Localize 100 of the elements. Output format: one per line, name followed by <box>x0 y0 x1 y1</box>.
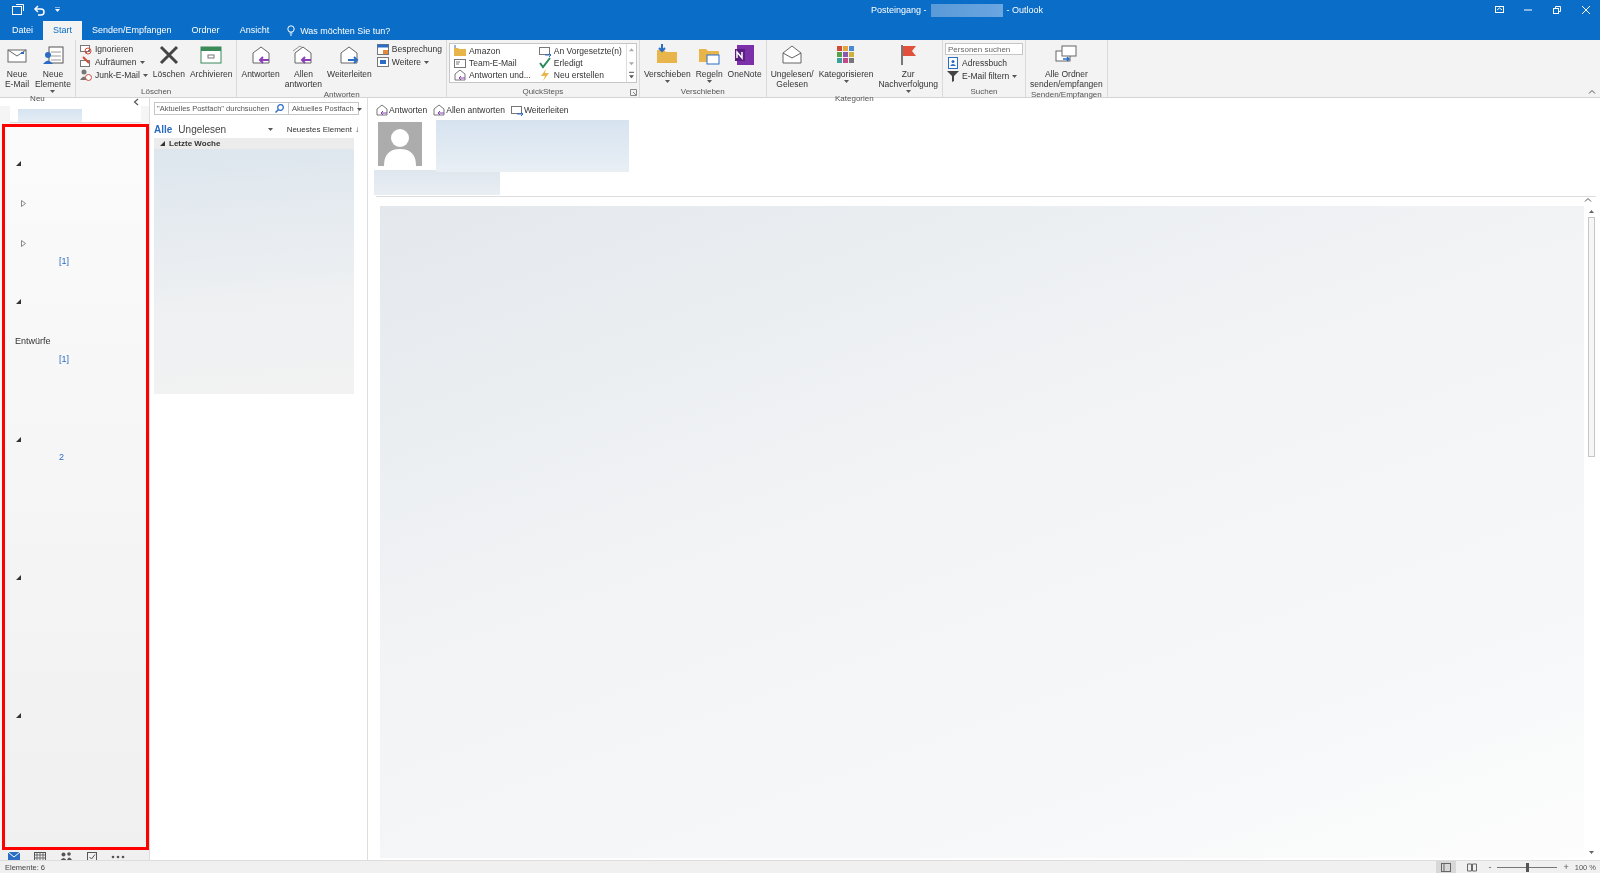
reply-action[interactable]: Allen antworten <box>433 103 505 116</box>
sort-dropdown[interactable]: Neuestes Element ↓ <box>286 124 359 134</box>
unread-count: 2 <box>59 452 64 462</box>
ribbon-button[interactable]: Antworten <box>239 42 282 90</box>
ribbon-button[interactable]: Weiterleiten <box>325 42 374 90</box>
ribbon-button[interactable]: Allen antworten <box>282 42 325 90</box>
ribbon-tab[interactable]: Senden/Empfangen <box>82 21 182 40</box>
window-title: Posteingang - <box>870 5 927 15</box>
lightning-icon <box>538 69 551 81</box>
search-icon <box>275 104 284 113</box>
dropdown-caret-icon <box>664 80 670 83</box>
quickstep-item[interactable]: Antworten und... <box>451 69 533 81</box>
ribbon-button[interactable]: Löschen <box>150 42 187 87</box>
tell-me-field[interactable]: Was möchten Sie tun? <box>279 21 399 40</box>
ribbon-button[interactable]: Ignorieren <box>77 43 150 55</box>
ribbon-button[interactable]: Neue E-Mail <box>2 42 32 94</box>
customize-caret-icon <box>54 7 61 13</box>
broom-envelope-icon <box>79 56 92 68</box>
undo-icon <box>33 4 45 16</box>
collapse-pane-icon <box>133 98 139 106</box>
dropdown-caret-icon <box>706 80 712 83</box>
ribbon-button[interactable]: Kategorisieren <box>816 42 876 94</box>
dropdown-caret-icon <box>1012 74 1018 78</box>
unread-count: [1] <box>59 256 69 266</box>
ribbon-tab[interactable]: Datei <box>2 21 43 40</box>
close-icon <box>1580 5 1591 15</box>
group-label: Kategorien <box>834 94 874 104</box>
collapse-ribbon-icon <box>1588 89 1596 94</box>
group-label: QuickSteps <box>522 87 564 97</box>
ribbon-tab[interactable]: Ordner <box>181 21 230 40</box>
group-label: Löschen <box>141 87 172 97</box>
ribbon-button[interactable]: Adressbuch <box>945 57 1023 69</box>
scroll-up-icon <box>1587 208 1595 215</box>
reply-action[interactable]: Antworten <box>376 103 428 116</box>
ribbon-button[interactable]: Archivieren <box>187 42 235 87</box>
check-icon <box>538 57 551 69</box>
reply-small-icon <box>433 103 446 116</box>
ribbon-options-icon <box>1493 5 1504 15</box>
ribbon-tab[interactable]: Start <box>43 21 83 40</box>
folder-item[interactable]: Entwürfe <box>15 336 51 346</box>
quickstep-item[interactable]: An Vorgesetzte(n) <box>536 45 624 57</box>
filter-icon <box>947 70 959 82</box>
address-book-icon <box>947 57 959 69</box>
ribbon-tab[interactable]: Ansicht <box>229 21 280 40</box>
archive-box-icon <box>199 43 224 67</box>
quickstep-item[interactable]: Erledigt <box>536 57 624 69</box>
ribbon-button[interactable]: Zur Nachverfolgung <box>876 42 940 94</box>
open-envelope-icon <box>780 43 805 67</box>
quickstep-item[interactable]: Team-E-Mail <box>451 57 533 69</box>
redacted-area <box>18 109 82 122</box>
reading-view-icon <box>1467 862 1478 872</box>
ignore-envelope-icon <box>79 43 92 55</box>
dropdown-caret-icon <box>843 80 849 83</box>
ribbon-button[interactable]: Verschieben <box>641 42 693 87</box>
dropdown-caret-icon <box>50 90 56 93</box>
person-block-icon <box>79 69 92 81</box>
people-search-field[interactable]: Personen suchen <box>945 43 1023 55</box>
window-title: - Outlook <box>1006 5 1044 15</box>
ribbon-button[interactable]: OneNote <box>725 42 764 87</box>
ribbon-button[interactable]: E-Mail filtern <box>945 70 1023 82</box>
lightbulb-icon <box>287 25 296 36</box>
ribbon-button[interactable]: Ungelesen/ Gelesen <box>768 42 816 94</box>
zoom-out-button[interactable]: - <box>1488 862 1492 872</box>
unread-count: [1] <box>59 354 69 364</box>
ribbon-button[interactable]: Neue Elemente <box>33 42 73 94</box>
reply-small-icon <box>376 103 388 116</box>
calendar-person-icon <box>40 43 65 67</box>
scroll-down-icon <box>1587 849 1595 856</box>
dialog-launcher-icon <box>629 89 637 96</box>
ribbon-button[interactable]: Besprechung <box>374 43 444 55</box>
more-actions-icon <box>376 56 389 68</box>
scroll-thumb[interactable] <box>1587 217 1595 457</box>
dropdown-caret-icon <box>139 60 145 64</box>
filter-tab[interactable]: Alle <box>154 123 173 135</box>
filter-caret-icon <box>267 128 273 131</box>
dropdown-caret-icon <box>423 60 429 64</box>
group-label: Suchen <box>970 87 998 97</box>
group-label: Senden/Empfangen <box>1031 90 1102 100</box>
quickstep-item[interactable]: Amazon <box>451 45 533 57</box>
ribbon-button[interactable]: Junk-E-Mail <box>77 69 150 81</box>
folder-icon <box>453 45 466 57</box>
ribbon-button[interactable]: Aufräumen <box>77 56 150 68</box>
reply-action[interactable]: Weiterleiten <box>510 103 569 116</box>
filter-tab[interactable]: Ungelesen <box>178 123 227 135</box>
collapse-header-icon <box>1584 197 1592 202</box>
restore-icon <box>1551 5 1562 15</box>
dropdown-caret-icon <box>905 90 911 93</box>
meeting-calendar-icon <box>376 43 389 55</box>
notebook-icon <box>732 43 757 67</box>
dropdown-caret-icon <box>356 107 362 111</box>
slider-thumb[interactable] <box>1526 862 1530 872</box>
dropdown-caret-icon <box>142 73 148 77</box>
group-header[interactable]: Letzte Woche <box>154 138 354 149</box>
group-label: Antworten <box>323 90 360 100</box>
zoom-in-button[interactable]: + <box>1563 862 1569 872</box>
ribbon-button[interactable]: Weitere <box>374 56 444 68</box>
ribbon-button[interactable]: Regeln <box>693 42 725 87</box>
quickstep-item[interactable]: Neu erstellen <box>536 69 624 81</box>
group-label: Neu <box>30 94 45 104</box>
ribbon-button[interactable]: Alle Ordner senden/empfangen <box>1028 42 1105 90</box>
